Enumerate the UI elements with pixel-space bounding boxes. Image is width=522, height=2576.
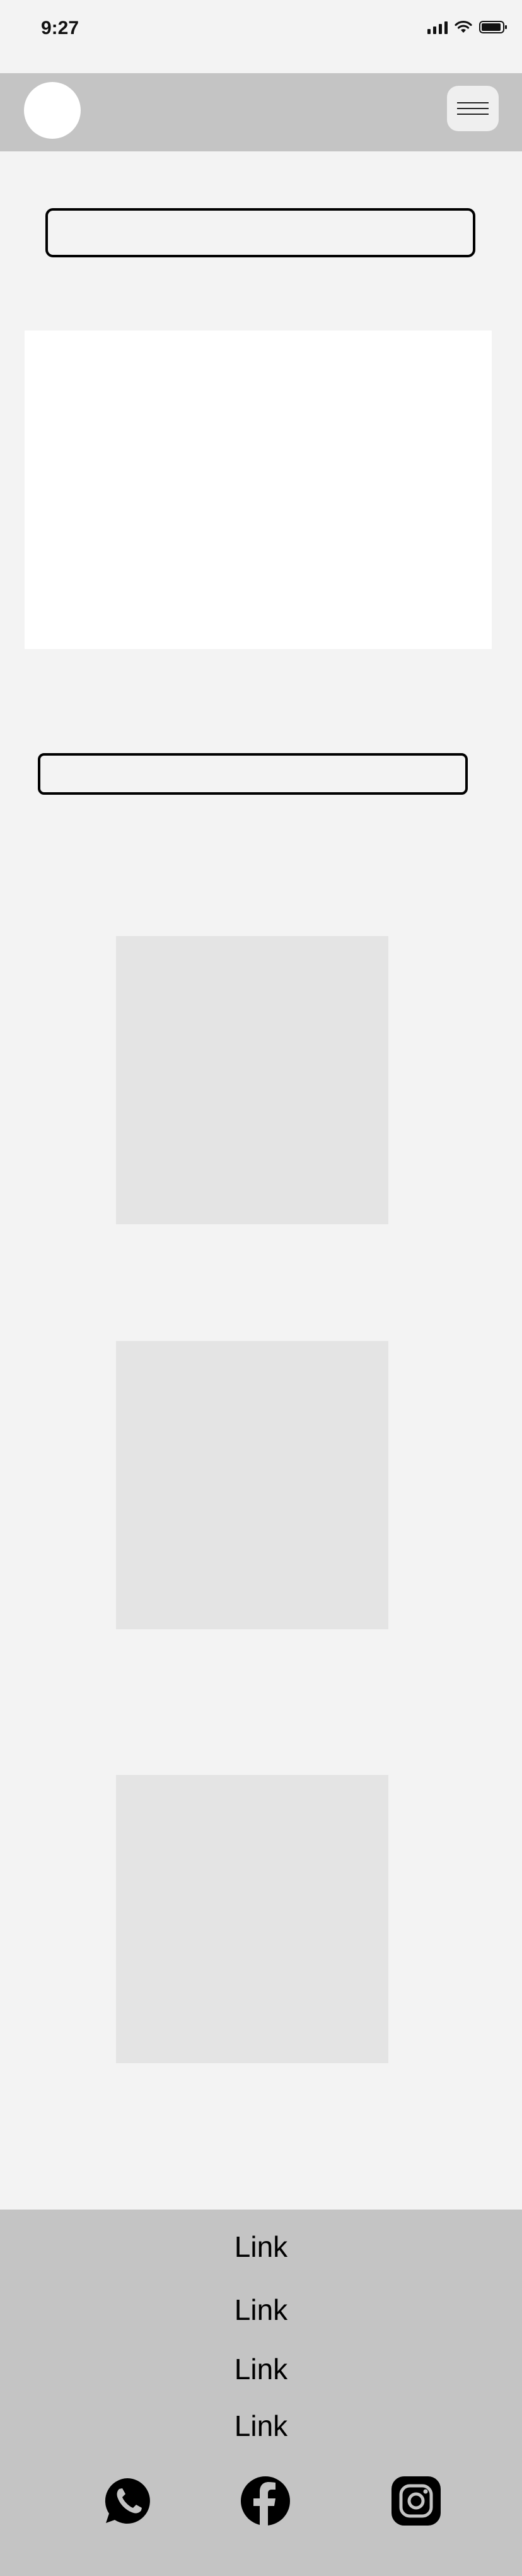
footer-link-2[interactable]: Link — [0, 2293, 522, 2326]
battery-icon — [479, 21, 507, 33]
facebook-icon[interactable] — [239, 2474, 292, 2527]
hero-image-placeholder — [25, 331, 492, 649]
footer-link-4[interactable]: Link — [0, 2409, 522, 2442]
content-card-3[interactable] — [116, 1775, 388, 2063]
wifi-icon — [455, 20, 472, 33]
status-bar: 9:27 — [0, 0, 522, 73]
top-navbar — [0, 73, 522, 151]
text-input[interactable] — [38, 753, 468, 795]
logo[interactable] — [24, 82, 81, 139]
content-card-1[interactable] — [116, 936, 388, 1224]
status-icons — [427, 20, 507, 34]
content-card-2[interactable] — [116, 1341, 388, 1629]
hamburger-icon-line — [457, 108, 489, 109]
signal-icon — [427, 20, 448, 34]
footer-link-1[interactable]: Link — [0, 2230, 522, 2263]
hamburger-icon-line — [457, 114, 489, 115]
footer-link-3[interactable]: Link — [0, 2353, 522, 2386]
status-time: 9:27 — [41, 18, 79, 38]
whatsapp-icon[interactable] — [101, 2474, 154, 2527]
instagram-icon[interactable] — [390, 2474, 443, 2527]
hamburger-menu-button[interactable] — [447, 86, 499, 131]
hamburger-icon-line — [457, 102, 489, 103]
search-input[interactable] — [45, 208, 475, 257]
